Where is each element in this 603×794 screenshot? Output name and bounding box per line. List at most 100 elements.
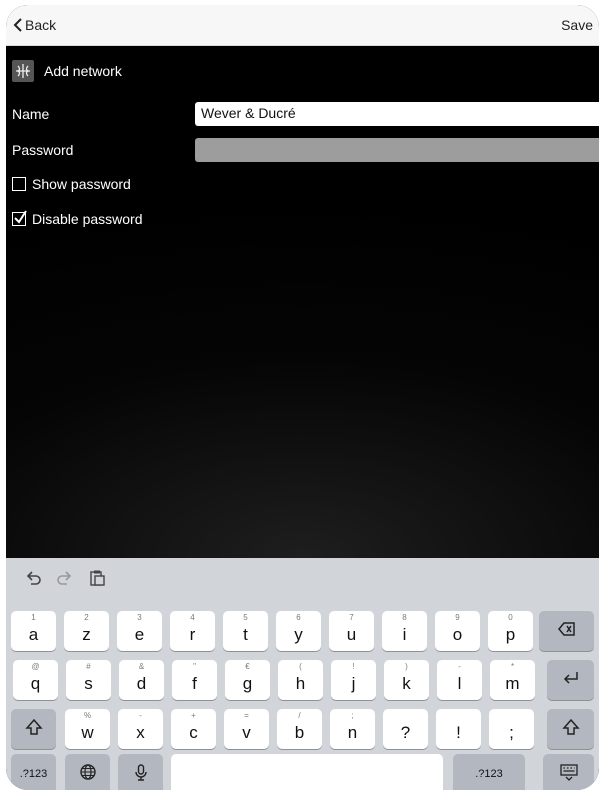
key-hint: 6 xyxy=(296,613,301,622)
password-input[interactable] xyxy=(195,138,599,162)
show-password-checkbox[interactable]: Show password xyxy=(12,176,131,192)
key-hint: 7 xyxy=(349,613,354,622)
key-hint: 0 xyxy=(508,613,513,622)
key-e[interactable]: 3e xyxy=(117,611,162,651)
key-h[interactable]: (h xyxy=(278,660,323,700)
save-button[interactable]: Save xyxy=(561,17,593,33)
key-k[interactable]: ) k xyxy=(384,660,429,700)
backspace-key[interactable] xyxy=(539,611,594,651)
key-row3-5[interactable]: ; n xyxy=(330,709,375,749)
key-g[interactable]: € g xyxy=(225,660,270,700)
key-row3-4[interactable]: / b xyxy=(277,709,322,749)
back-label: Back xyxy=(25,17,57,33)
chevron-left-icon xyxy=(13,18,22,32)
key-row3-2[interactable]: + c xyxy=(171,709,216,749)
key-row3-0[interactable]: % w xyxy=(65,709,110,749)
key-y[interactable]: 6y xyxy=(276,611,321,651)
key-hint: / xyxy=(298,711,301,720)
key-hint: % xyxy=(83,711,92,720)
numbers-key-left[interactable]: .?123 xyxy=(11,754,56,790)
key-label: n xyxy=(347,723,358,742)
back-button[interactable]: Back xyxy=(13,17,56,33)
globe-key[interactable] xyxy=(65,754,110,790)
page-title: Add network xyxy=(44,63,122,79)
key-label: o xyxy=(452,625,463,644)
key-label: l xyxy=(457,674,462,693)
key-hint: 9 xyxy=(455,613,460,622)
key-hint: # xyxy=(86,662,91,671)
key-row3-3[interactable]: = v xyxy=(224,709,269,749)
form-content: Add network Name Wever & Ducré Password … xyxy=(6,46,599,558)
key-l[interactable]: -l xyxy=(437,660,482,700)
key-i[interactable]: 8i xyxy=(382,611,427,651)
key-p[interactable]: 0p xyxy=(488,611,533,651)
key-label: k xyxy=(402,674,411,693)
key-row3-7[interactable]: ! xyxy=(436,709,481,749)
key-hint: 1 xyxy=(31,613,36,622)
key-hint: 4 xyxy=(190,613,195,622)
key-label: j xyxy=(351,674,356,693)
key-label: ! xyxy=(456,723,461,742)
key-label: h xyxy=(295,674,306,693)
numbers-label: .?123 xyxy=(19,768,48,780)
dictation-key[interactable] xyxy=(118,754,163,790)
key-label: y xyxy=(294,625,303,644)
key-f[interactable]: " f xyxy=(172,660,217,700)
key-q[interactable]: @ q xyxy=(13,660,58,700)
shift-right-key[interactable] xyxy=(547,709,594,749)
key-j[interactable]: ! j xyxy=(331,660,376,700)
key-d[interactable]: & d xyxy=(119,660,164,700)
disable-password-checkbox[interactable]: Disable password xyxy=(12,210,143,227)
paste-icon[interactable] xyxy=(88,569,106,587)
return-key[interactable] xyxy=(547,660,594,700)
numbers-key-right[interactable]: .?123 xyxy=(453,754,525,790)
key-hint: ) xyxy=(405,662,408,671)
key-hint: " xyxy=(193,662,196,671)
key-hint: = xyxy=(244,711,249,720)
backspace-icon xyxy=(557,619,577,644)
section-header: Add network xyxy=(6,46,599,96)
checkbox-checked-icon xyxy=(12,210,27,226)
keyboard-dismiss-icon xyxy=(559,762,579,787)
key-hint: 8 xyxy=(402,613,407,622)
password-row: Password xyxy=(6,137,599,163)
key-label: ; xyxy=(509,723,514,742)
key-label: x xyxy=(136,723,145,742)
key-label: ? xyxy=(400,723,411,742)
key-label: a xyxy=(28,625,39,644)
shift-left-key[interactable] xyxy=(11,709,56,749)
space-bar[interactable] xyxy=(171,754,443,790)
key-hint: + xyxy=(191,711,196,720)
key-label: z xyxy=(82,625,91,644)
key-hint: ! xyxy=(352,662,355,671)
on-screen-keyboard: 1 a 2 z 3 e 4 r 5 t 6 y 7 u 8 i 9 o 0 p @ q # s & d " f € g(h! j) k - l * m… xyxy=(6,558,599,790)
network-app-icon xyxy=(12,60,34,82)
shift-icon xyxy=(561,717,581,742)
key-row3-6[interactable]: ? xyxy=(383,709,428,749)
key-z[interactable]: 2z xyxy=(64,611,109,651)
key-label: v xyxy=(242,723,251,742)
name-row: Name Wever & Ducré xyxy=(6,101,599,127)
key-t[interactable]: 5t xyxy=(223,611,268,651)
key-label: b xyxy=(294,723,305,742)
navigation-bar: Back Save xyxy=(6,5,599,46)
key-row3-8[interactable]: ; xyxy=(489,709,534,749)
hide-keyboard-key[interactable] xyxy=(543,754,594,790)
numbers-label: .?123 xyxy=(475,768,503,780)
shift-icon xyxy=(24,717,44,742)
key-u[interactable]: 7u xyxy=(329,611,374,651)
redo-icon[interactable] xyxy=(56,569,74,587)
key-row3-1[interactable]: -x xyxy=(118,709,163,749)
key-s[interactable]: # s xyxy=(66,660,111,700)
name-input[interactable]: Wever & Ducré xyxy=(195,102,599,126)
key-label: r xyxy=(189,625,196,644)
key-o[interactable]: 9o xyxy=(435,611,480,651)
key-hint: ( xyxy=(299,662,302,671)
undo-icon[interactable] xyxy=(24,569,42,587)
key-r[interactable]: 4r xyxy=(170,611,215,651)
key-m[interactable]: * m xyxy=(490,660,535,700)
key-label: p xyxy=(505,625,516,644)
key-hint: 5 xyxy=(243,613,248,622)
key-a[interactable]: 1a xyxy=(11,611,56,651)
key-hint: * xyxy=(510,662,515,671)
